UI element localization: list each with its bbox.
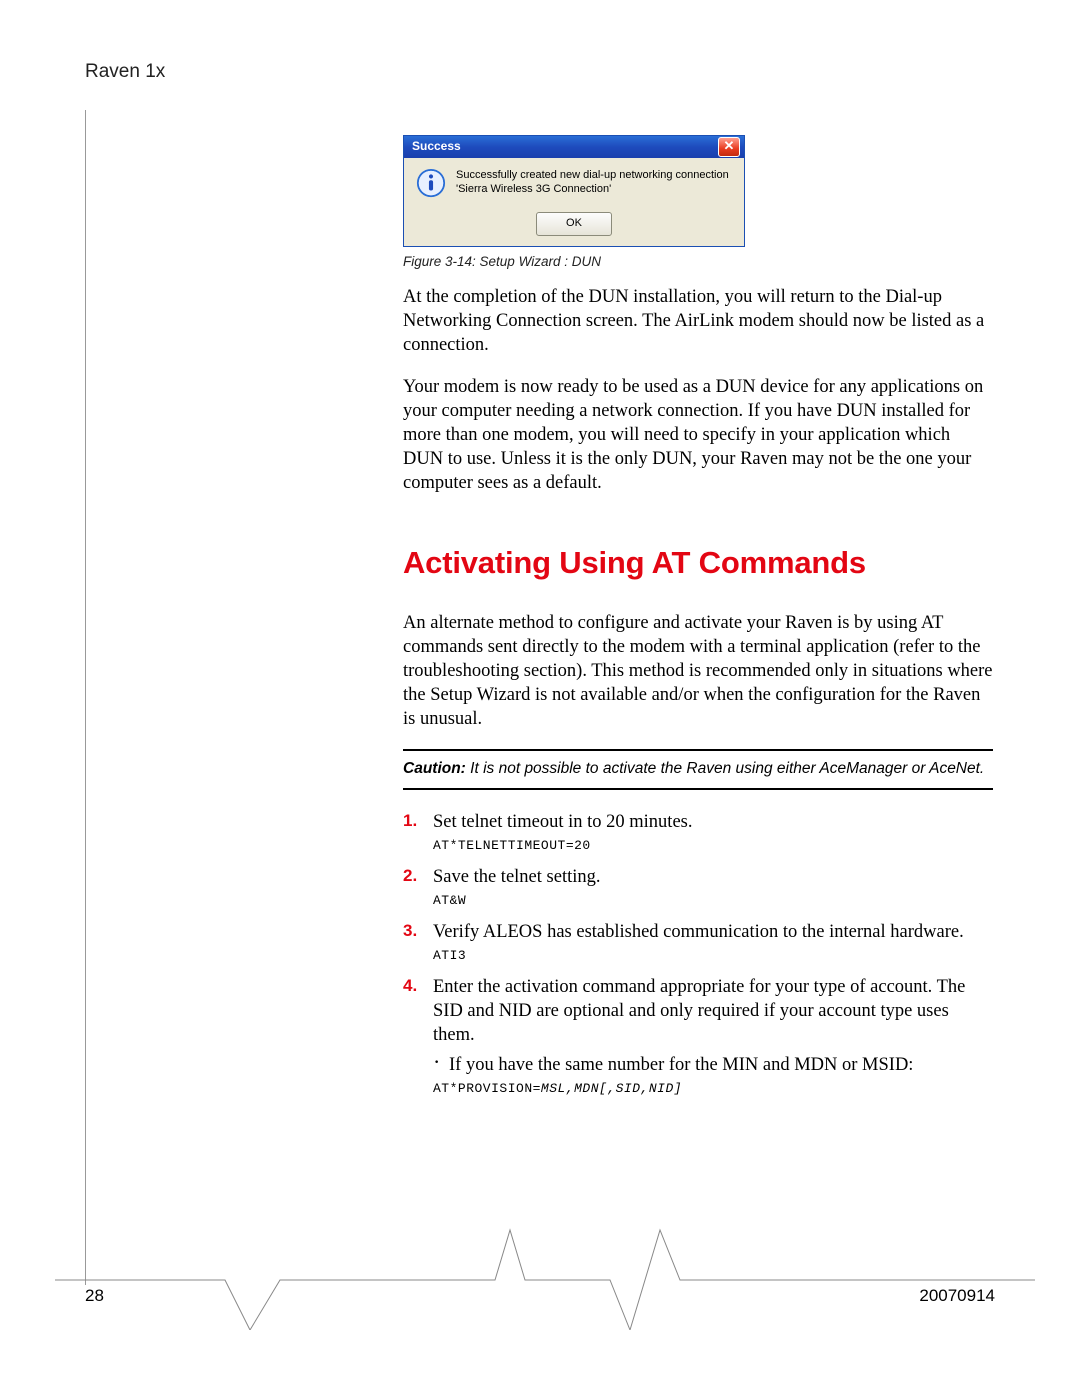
document-title: Raven 1x (85, 60, 995, 85)
step-subbullet: If you have the same number for the MIN … (433, 1053, 993, 1077)
at-command: AT*PROVISION=MSL,MDN[,SID,NID] (433, 1081, 993, 1098)
margin-rule (85, 110, 86, 1285)
step-item: Save the telnet setting. AT&W (403, 865, 993, 910)
body-paragraph: Your modem is now ready to be used as a … (403, 375, 993, 495)
section-heading: Activating Using AT Commands (403, 543, 993, 583)
dialog-message: Successfully created new dial-up network… (456, 168, 732, 197)
success-dialog: Success ✕ Successfully created new dial-… (403, 135, 745, 247)
dialog-title: Success (412, 139, 461, 155)
body-paragraph: At the completion of the DUN installatio… (403, 285, 993, 357)
caution-label: Caution: (403, 760, 466, 777)
caution-text: It is not possible to activate the Raven… (466, 760, 984, 777)
body-paragraph: An alternate method to configure and act… (403, 611, 993, 731)
step-item: Set telnet timeout in to 20 minutes. AT*… (403, 810, 993, 855)
dialog-msg-line2: 'Sierra Wireless 3G Connection' (456, 183, 611, 195)
page-number: 28 (85, 1285, 104, 1307)
step-text: Enter the activation command appropriate… (433, 977, 965, 1045)
caution-block: Caution: It is not possible to activate … (403, 749, 993, 790)
at-command: AT&W (433, 893, 993, 910)
step-item: Enter the activation command appropriate… (403, 975, 993, 1098)
dialog-msg-line1: Successfully created new dial-up network… (456, 169, 729, 181)
step-text: Verify ALEOS has established communicati… (433, 922, 964, 942)
dialog-titlebar: Success ✕ (404, 136, 744, 158)
close-icon[interactable]: ✕ (718, 137, 740, 157)
ok-button[interactable]: OK (536, 212, 612, 236)
doc-date: 20070914 (919, 1285, 995, 1307)
step-text: Save the telnet setting. (433, 867, 601, 887)
at-command: AT*TELNETTIMEOUT=20 (433, 838, 993, 855)
step-text: Set telnet timeout in to 20 minutes. (433, 812, 693, 832)
steps-list: Set telnet timeout in to 20 minutes. AT*… (403, 810, 993, 1098)
figure-caption: Figure 3-14: Setup Wizard : DUN (403, 253, 993, 271)
step-item: Verify ALEOS has established communicati… (403, 920, 993, 965)
cmd-variable: MSL,MDN[,SID,NID] (541, 1081, 682, 1096)
step-sub-text: If you have the same number for the MIN … (449, 1055, 913, 1075)
info-icon (416, 168, 446, 202)
footer-wave-decoration (55, 1210, 1035, 1330)
cmd-prefix: AT*PROVISION= (433, 1081, 541, 1096)
at-command: ATI3 (433, 948, 993, 965)
